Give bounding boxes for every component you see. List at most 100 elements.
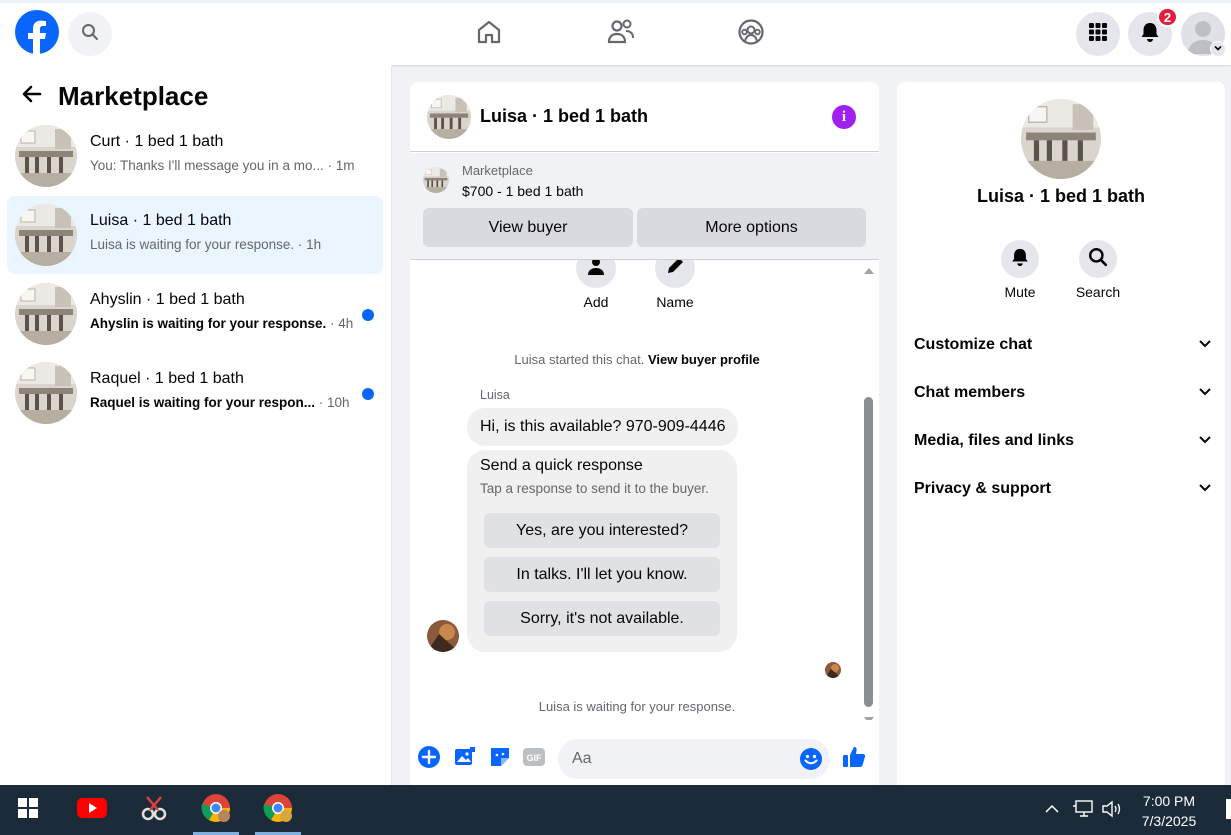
back-arrow-icon[interactable] [20,82,44,111]
conversation-item-active[interactable]: Luisa · 1 bed 1 bath Luisa is waiting fo… [7,196,383,274]
unread-indicator [362,388,374,400]
conversation-snippet: Luisa is waiting for your response. · 1h [90,237,322,252]
add-label: Add [583,294,609,310]
friends-icon [606,18,636,51]
gif-button[interactable]: GIF [522,747,546,771]
waiting-note: Luisa is waiting for your response. [538,699,736,714]
scrollbar-thumb[interactable] [864,397,873,707]
search-icon [81,23,99,46]
bell-icon [1010,247,1030,272]
name-label: Name [656,294,694,310]
more-actions-button[interactable] [417,745,441,774]
message-thread: Add Name Luisa started this chat. View b… [410,260,879,720]
windows-taskbar: 7:00 PM 7/3/2025 [0,785,1231,835]
marketplace-header: Marketplace [20,81,208,112]
system-clock[interactable]: 7:00 PM 7/3/2025 [1130,791,1208,831]
search-in-chat-action[interactable]: Search [1063,240,1133,300]
seen-indicator-avatar [825,662,841,678]
listing-thumbnail [15,283,77,345]
show-hidden-icons-chevron[interactable] [1044,801,1060,822]
conversation-snippet: Raquel is waiting for your respon... · 1… [90,395,350,410]
chevron-down-icon [1198,480,1212,499]
conversation-item[interactable]: Curt · 1 bed 1 bath You: Thanks I'll mes… [7,117,383,195]
chat-members-section[interactable]: Chat members [914,373,1212,413]
account-menu-button[interactable] [1210,41,1226,57]
view-buyer-profile-link[interactable]: View buyer profile [648,352,760,367]
quick-response-option[interactable]: In talks. I'll let you know. [484,557,720,592]
message-bubble[interactable]: Hi, is this available? 970-909-4446 [467,408,739,446]
search-label: Search [1075,284,1121,300]
chat-avatar[interactable] [427,95,471,139]
menu-button[interactable] [1076,12,1120,56]
edit-name-action[interactable]: Name [635,260,715,310]
network-icon[interactable] [1072,799,1094,824]
quick-response-option[interactable]: Sorry, it's not available. [484,601,720,636]
photo-icon [453,745,477,774]
quick-response-option[interactable]: Yes, are you interested? [484,513,720,548]
add-people-action[interactable]: Add [556,260,636,310]
quick-response-title: Send a quick response [480,457,643,474]
emoji-icon[interactable] [799,747,823,776]
view-buyer-button[interactable]: View buyer [423,208,633,247]
sender-avatar[interactable] [427,620,459,652]
bell-icon [1139,21,1161,48]
scroll-down-arrow[interactable] [864,711,874,720]
taskbar-youtube[interactable] [67,785,117,835]
taskbar-snipping-tool[interactable] [129,785,179,835]
quick-response-card: Send a quick response Tap a response to … [467,450,737,652]
search-button[interactable] [68,12,112,56]
privacy-support-section[interactable]: Privacy & support [914,469,1212,509]
taskbar-chrome-1[interactable] [191,785,241,835]
windows-logo-icon [17,797,39,824]
menu-grid-icon [1088,22,1108,47]
plus-circle-icon [417,745,441,774]
chat-header: Luisa · 1 bed 1 bath i [410,82,879,152]
chat-title[interactable]: Luisa · 1 bed 1 bath [480,106,648,127]
search-icon [1088,247,1108,272]
message-input-wrapper [558,739,830,779]
conversation-item[interactable]: Ahyslin · 1 bed 1 bath Ahyslin is waitin… [7,275,383,353]
conversation-item[interactable]: Raquel · 1 bed 1 bath Raquel is waiting … [7,354,383,432]
scroll-up-arrow[interactable] [864,262,874,274]
clock-date: 7/3/2025 [1141,813,1197,829]
attach-photo-button[interactable] [453,745,477,774]
sticker-button[interactable] [488,747,512,771]
mute-action[interactable]: Mute [985,240,1055,300]
taskbar-chrome-2[interactable] [253,785,303,835]
chevron-down-icon [1198,336,1212,355]
chat-window: Luisa · 1 bed 1 bath i Marketplace $700 … [410,82,879,785]
top-navigation-bar: 2 [0,0,1231,65]
media-files-links-section[interactable]: Media, files and links [914,421,1212,461]
groups-icon [737,18,765,51]
chrome-icon [200,792,232,829]
groups-tab[interactable] [733,16,769,52]
chrome-icon [262,792,294,829]
home-tab[interactable] [471,16,507,52]
notification-count-badge: 2 [1157,7,1178,27]
volume-icon[interactable] [1101,799,1123,824]
message-input[interactable] [572,739,792,779]
conversation-snippet: You: Thanks I'll message you in a mo... … [90,158,355,173]
youtube-icon [76,796,108,825]
chat-started-note: Luisa started this chat. View buyer prof… [514,352,760,367]
conversation-name: Curt · 1 bed 1 bath [90,133,224,150]
unread-indicator [362,309,374,321]
conversation-snippet: Ahyslin is waiting for your response. · … [90,316,354,331]
conversation-name: Ahyslin · 1 bed 1 bath [90,291,245,308]
listing-avatar-large [1021,99,1101,179]
clock-time: 7:00 PM [1142,793,1196,809]
send-like-button[interactable] [842,746,866,771]
conversation-name: Raquel · 1 bed 1 bath [90,370,244,387]
facebook-logo[interactable] [15,10,59,54]
more-options-button[interactable]: More options [637,208,866,247]
start-button[interactable] [3,785,53,835]
friends-tab[interactable] [603,16,639,52]
customize-chat-section[interactable]: Customize chat [914,325,1212,365]
listing-price-title[interactable]: $700 - 1 bed 1 bath [462,183,583,199]
scissors-icon [139,793,169,828]
show-desktop-button[interactable] [1226,799,1231,819]
chevron-down-icon [1198,384,1212,403]
info-icon[interactable]: i [832,105,856,129]
pencil-icon [665,260,685,281]
listing-source: Marketplace [462,163,533,178]
